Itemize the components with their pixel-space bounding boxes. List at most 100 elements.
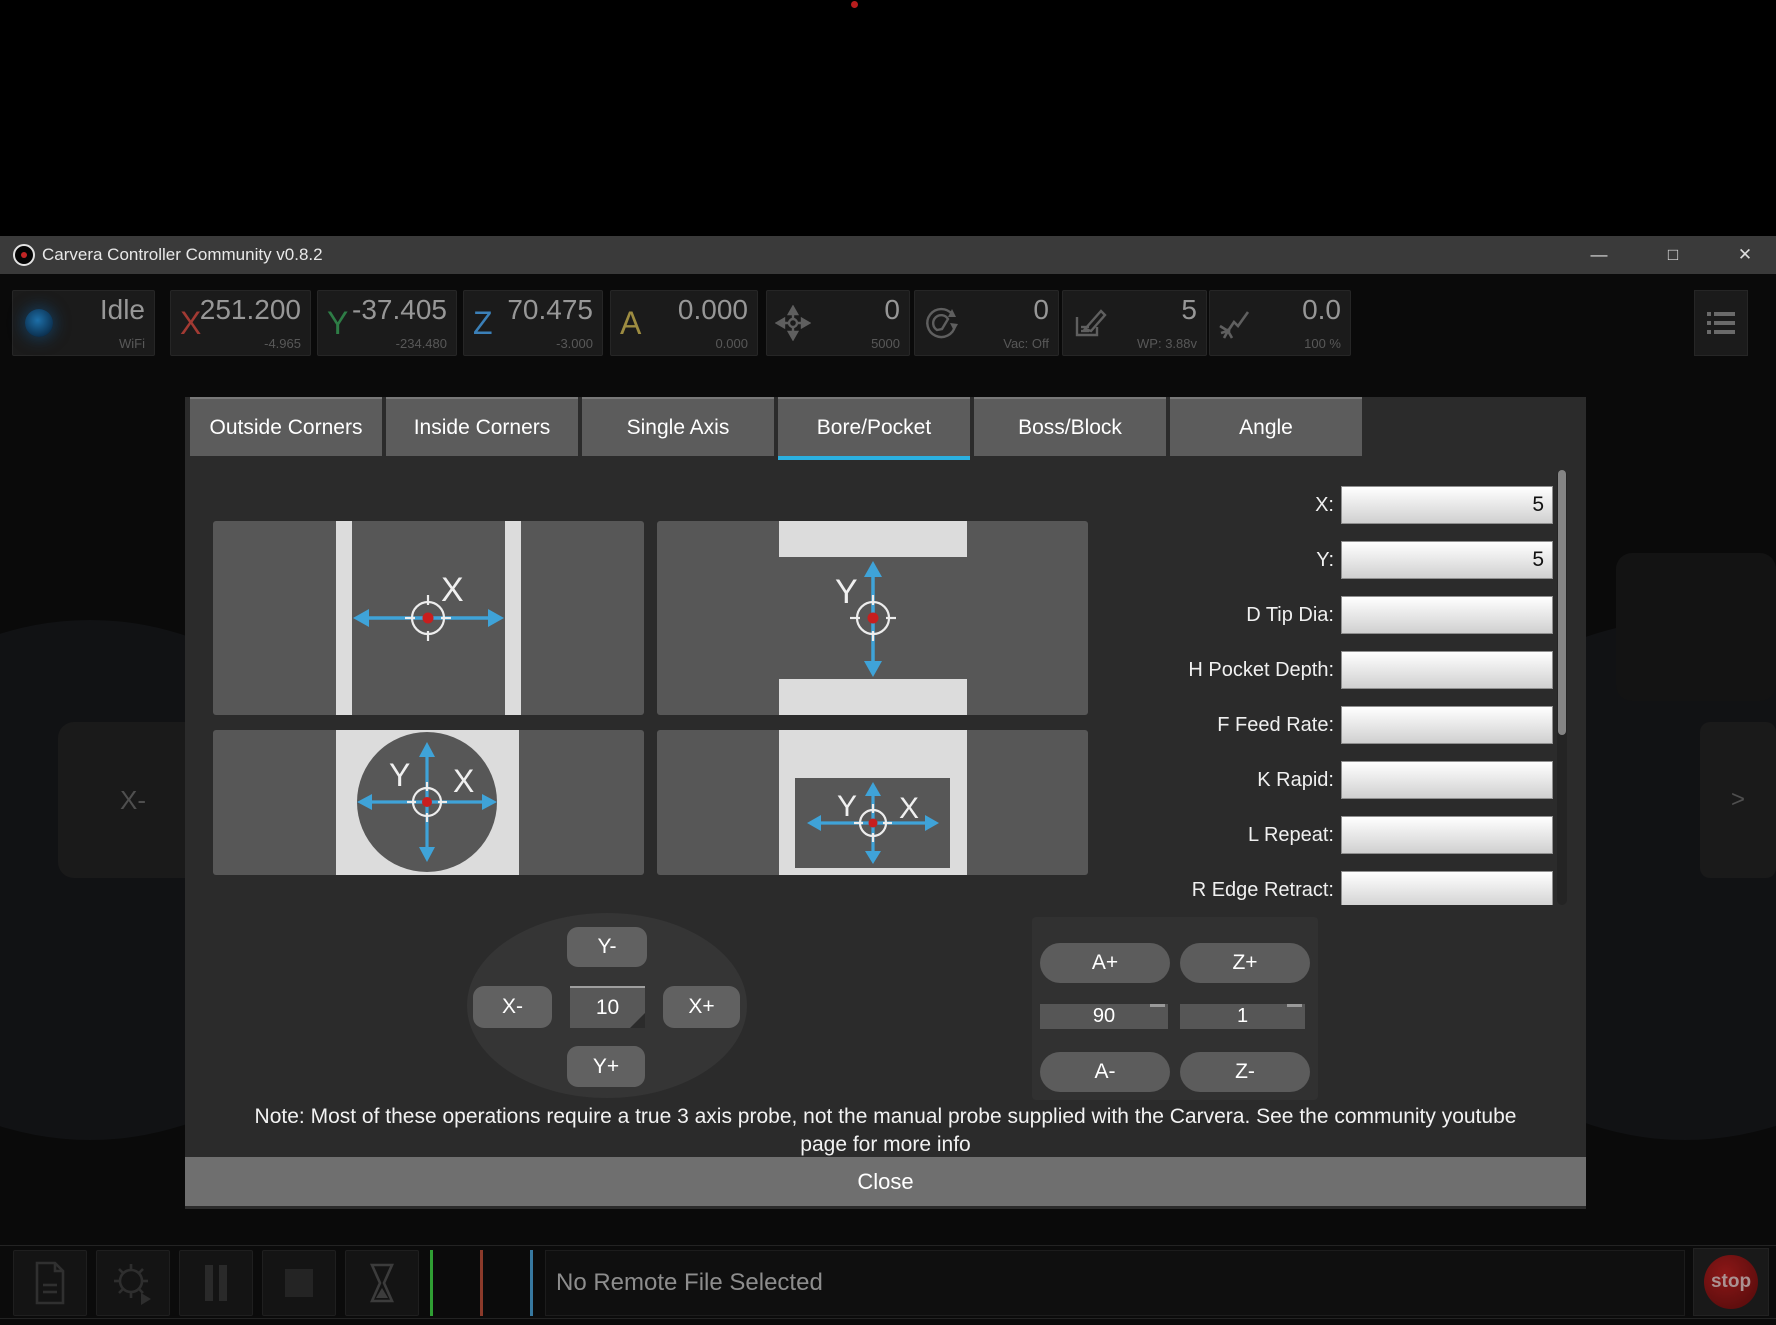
a-axis-letter: A xyxy=(620,305,641,342)
a-axis-sub-value: 0.000 xyxy=(715,336,748,351)
tab-single-axis[interactable]: Single Axis xyxy=(582,397,774,456)
form-scrollbar-thumb[interactable] xyxy=(1558,470,1566,735)
form-scrollbar[interactable] xyxy=(1557,470,1567,905)
gear-run-icon xyxy=(109,1259,157,1307)
stop-job-button[interactable] xyxy=(262,1250,336,1316)
close-dialog-button[interactable]: Close xyxy=(185,1157,1586,1206)
x-axis-value: 251.200 xyxy=(200,294,301,326)
x-field-label: X: xyxy=(1144,486,1334,524)
y-axis-sub-value: -234.480 xyxy=(396,336,447,351)
pause-button[interactable] xyxy=(179,1250,253,1316)
file-open-button[interactable] xyxy=(13,1250,87,1316)
jog-x-plus-button[interactable]: X+ xyxy=(663,986,740,1028)
menu-list-icon xyxy=(1705,309,1737,337)
edge-retract-field-input[interactable] xyxy=(1341,871,1553,905)
z-axis-letter: Z xyxy=(473,305,493,342)
diagram-y-label: Y xyxy=(837,790,857,823)
z-axis-sub-value: -3.000 xyxy=(556,336,593,351)
jog-a-minus-button[interactable]: A- xyxy=(1040,1052,1170,1092)
rapid-field-label: K Rapid: xyxy=(1144,761,1334,799)
tab-inside-corners[interactable]: Inside Corners xyxy=(386,397,578,456)
progress-bar-red xyxy=(480,1250,483,1316)
status-cell-z-axis: Z 70.475 -3.000 xyxy=(463,290,603,356)
edge-retract-field-label: R Edge Retract: xyxy=(1144,871,1334,905)
status-cell-feed: 0 5000 xyxy=(766,290,910,356)
main-menu-button[interactable] xyxy=(1694,290,1748,356)
stop-square-icon xyxy=(279,1263,319,1303)
jog-z-minus-button[interactable]: Z- xyxy=(1180,1052,1310,1092)
pocket-depth-field-input[interactable] xyxy=(1341,651,1553,689)
rapid-field-input[interactable] xyxy=(1341,761,1553,799)
status-cell-y-axis: Y -37.405 -234.480 xyxy=(317,290,457,356)
chevron-right-icon: > xyxy=(1731,786,1745,814)
dimmed-right-panel xyxy=(1616,553,1776,701)
machine-state: Idle xyxy=(100,294,145,326)
carvera-app-window: Carvera Controller Community v0.8.2 — □ … xyxy=(0,0,1776,1325)
status-cell-spindle: 0 Vac: Off xyxy=(914,290,1059,356)
tip-dia-field-label: D Tip Dia: xyxy=(1144,596,1334,634)
move-icon xyxy=(775,305,811,341)
x-axis-sub-value: -4.965 xyxy=(264,336,301,351)
emergency-stop-icon: stop xyxy=(1704,1255,1758,1309)
diagram-bore-x-axis: X xyxy=(213,521,644,715)
progress-bar-blue xyxy=(530,1250,533,1316)
bottom-toolbar: No Remote File Selected stop xyxy=(0,1245,1776,1319)
tip-dia-field-input[interactable] xyxy=(1341,596,1553,634)
tab-outside-corners[interactable]: Outside Corners xyxy=(190,397,382,456)
rotate-icon xyxy=(923,305,961,343)
close-window-button[interactable]: ✕ xyxy=(1722,236,1768,274)
laser-sub-value: 100 % xyxy=(1304,336,1341,351)
window-title: Carvera Controller Community v0.8.2 xyxy=(42,245,323,265)
emergency-stop-button[interactable]: stop xyxy=(1693,1248,1769,1316)
y-axis-value: -37.405 xyxy=(352,294,447,326)
diagram-bore-circle: Y X xyxy=(213,730,644,875)
diagram-y-label: Y xyxy=(389,757,410,793)
tool-sub-value: WP: 3.88v xyxy=(1137,336,1197,351)
laser-value: 0.0 xyxy=(1302,294,1341,326)
status-cell-tool: 5 WP: 3.88v xyxy=(1062,290,1207,356)
jog-y-plus-button[interactable]: Y+ xyxy=(567,1046,645,1087)
x-axis-letter: X xyxy=(180,305,201,342)
probe-parameter-form: X: 5 Y: 5 D Tip Dia: H Pocket Depth: F F… xyxy=(1144,470,1564,905)
diagram-y-label: Y xyxy=(835,573,858,611)
jog-z-plus-button[interactable]: Z+ xyxy=(1180,943,1310,983)
minimize-button[interactable]: — xyxy=(1576,236,1622,274)
status-cell-a-axis: A 0.000 0.000 xyxy=(610,290,758,356)
tab-bore-pocket[interactable]: Bore/Pocket xyxy=(778,397,970,460)
remote-file-status: No Remote File Selected xyxy=(545,1250,1685,1316)
repeat-field-input[interactable] xyxy=(1341,816,1553,854)
diagram-x-label: X xyxy=(453,763,474,799)
tool-number-value: 5 xyxy=(1181,294,1197,326)
maximize-button[interactable]: □ xyxy=(1650,236,1696,274)
z-step-value[interactable]: 1 xyxy=(1180,1004,1305,1029)
wait-button[interactable] xyxy=(345,1250,419,1316)
repeat-field-label: L Repeat: xyxy=(1144,816,1334,854)
title-bar: Carvera Controller Community v0.8.2 — □ … xyxy=(0,236,1776,274)
x-field-input[interactable]: 5 xyxy=(1341,486,1553,524)
y-field-input[interactable]: 5 xyxy=(1341,541,1553,579)
jog-step-value[interactable]: 10 xyxy=(570,986,645,1028)
pause-icon xyxy=(199,1261,233,1305)
file-icon xyxy=(29,1259,71,1307)
probe-dialog: Outside Corners Inside Corners Single Ax… xyxy=(185,397,1586,1209)
diagram-pocket-rect: Y X xyxy=(657,730,1088,875)
jog-y-minus-button[interactable]: Y- xyxy=(567,927,647,967)
diagram-x-label: X xyxy=(441,571,464,609)
tab-boss-block[interactable]: Boss/Block xyxy=(974,397,1166,456)
diagram-x-label: X xyxy=(899,792,919,825)
tab-angle[interactable]: Angle xyxy=(1170,397,1362,456)
diagram-bore-y-axis: Y xyxy=(657,521,1088,715)
jog-x-minus-button[interactable]: X- xyxy=(473,986,552,1028)
feed-rate-field-input[interactable] xyxy=(1341,706,1553,744)
status-cell-x-axis: X 251.200 -4.965 xyxy=(170,290,311,356)
dimmed-right-panel-chevron: > xyxy=(1700,722,1776,878)
a-step-value[interactable]: 90 xyxy=(1040,1004,1168,1029)
status-cell-connection: Idle WiFi xyxy=(12,290,155,356)
spindle-sub-value: Vac: Off xyxy=(1003,336,1049,351)
y-field-label: Y: xyxy=(1144,541,1334,579)
progress-bar-green xyxy=(430,1250,433,1316)
pocket-depth-field-label: H Pocket Depth: xyxy=(1144,651,1334,689)
run-job-button[interactable] xyxy=(96,1250,170,1316)
jog-a-plus-button[interactable]: A+ xyxy=(1040,943,1170,983)
a-axis-value: 0.000 xyxy=(678,294,748,326)
